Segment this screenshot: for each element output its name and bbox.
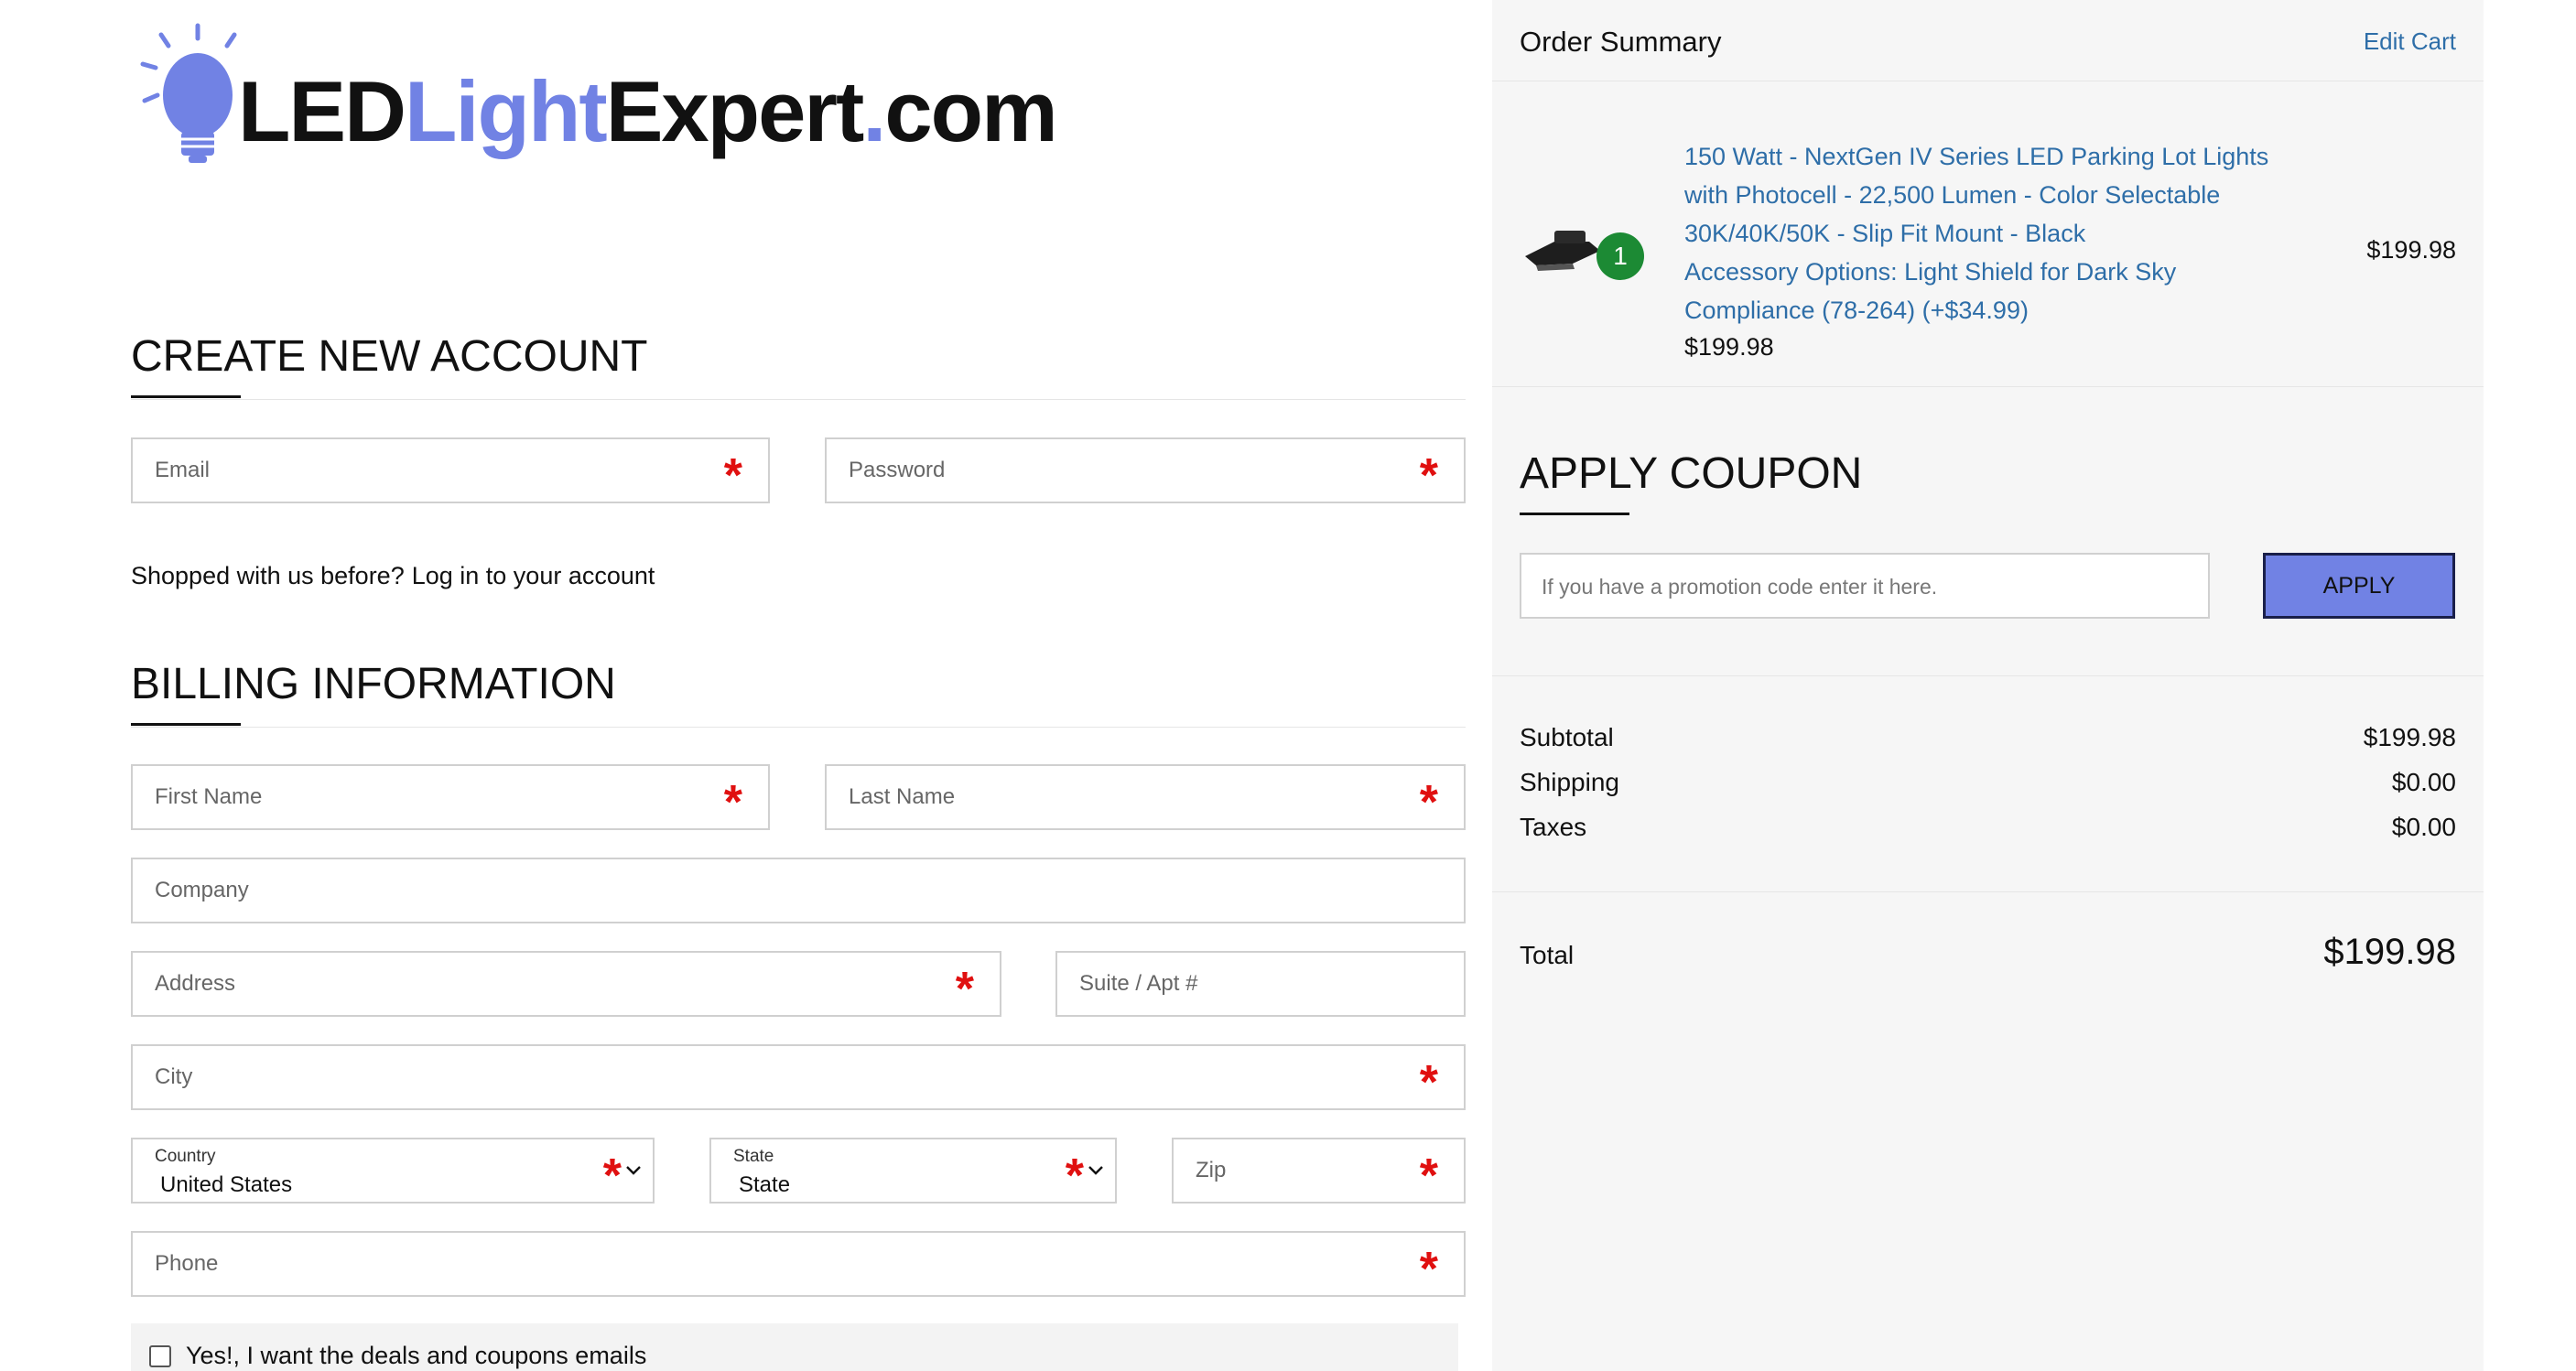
checkout-form-panel: LEDLightExpert.com CREATE NEW ACCOUNT Em…: [0, 0, 1492, 1371]
divider: [131, 399, 1466, 400]
logo-led: LED: [238, 63, 406, 159]
divider: [1492, 891, 2484, 892]
required-mark: *: [723, 776, 742, 829]
zip-field[interactable]: Zip *: [1172, 1138, 1466, 1204]
shopped-before-text: Shopped with us before?: [131, 562, 405, 589]
required-mark: *: [1419, 1056, 1438, 1109]
required-mark: *: [723, 449, 742, 502]
product-title-line: Accessory Options: Light Shield for Dark…: [1684, 258, 2177, 286]
product-unit-price: $199.98: [1684, 333, 1774, 361]
coupon-underline: [1520, 513, 1629, 515]
state-value: State: [739, 1172, 791, 1197]
shipping-row: Shipping $0.00: [1520, 768, 2456, 797]
total-value: $199.98: [2323, 932, 2456, 972]
state-select[interactable]: State State *: [709, 1138, 1117, 1204]
city-field[interactable]: City *: [131, 1044, 1466, 1110]
logo-expert: Expert: [605, 63, 865, 159]
lightbulb-icon: [140, 23, 237, 163]
optin-label: Yes!, I want the deals and coupons email…: [186, 1342, 647, 1369]
country-label: Country: [155, 1147, 216, 1166]
logo-wordmark: LEDLightExpert.com: [238, 62, 1058, 161]
product-title-line: 30K/40K/50K - Slip Fit Mount - Black: [1684, 220, 2086, 247]
quantity-badge: 1: [1596, 232, 1644, 280]
city-placeholder: City: [155, 1064, 193, 1089]
create-account-heading: CREATE NEW ACCOUNT: [131, 332, 648, 381]
first-name-placeholder: First Name: [155, 784, 263, 809]
password-placeholder: Password: [849, 458, 946, 482]
state-label: State: [733, 1147, 774, 1166]
edit-cart-link[interactable]: Edit Cart: [2364, 27, 2456, 56]
apply-coupon-button[interactable]: APPLY: [2263, 553, 2455, 619]
product-title-link[interactable]: 150 Watt - NextGen IV Series LED Parking…: [1684, 137, 2316, 329]
order-summary-title: Order Summary: [1520, 26, 1722, 58]
billing-underline: [131, 723, 241, 726]
country-select[interactable]: Country United States *: [131, 1138, 655, 1204]
first-name-field[interactable]: First Name *: [131, 764, 770, 830]
coupon-heading: APPLY COUPON: [1520, 449, 1863, 498]
company-placeholder: Company: [155, 878, 249, 902]
phone-field[interactable]: Phone *: [131, 1231, 1466, 1297]
required-mark: *: [602, 1150, 622, 1203]
required-mark: *: [1419, 776, 1438, 829]
logo-com: com: [884, 63, 1057, 159]
page-margin: [2484, 0, 2576, 1371]
order-summary-panel: Order Summary Edit Cart 1 150 Watt - Nex…: [1492, 0, 2484, 1371]
optin-checkbox[interactable]: [149, 1345, 171, 1367]
suite-field[interactable]: Suite / Apt #: [1055, 951, 1466, 1017]
required-mark: *: [1419, 1243, 1438, 1296]
subtotal-label: Subtotal: [1520, 723, 1614, 751]
divider: [131, 727, 1466, 728]
password-field[interactable]: Password *: [825, 437, 1466, 503]
chevron-down-icon: [626, 1166, 641, 1175]
product-title-line: with Photocell - 22,500 Lumen - Color Se…: [1684, 181, 2221, 209]
phone-placeholder: Phone: [155, 1251, 219, 1276]
shipping-label: Shipping: [1520, 768, 1619, 796]
shipping-value: $0.00: [2391, 768, 2456, 796]
logo-light: Light: [405, 63, 608, 159]
address-field[interactable]: Address *: [131, 951, 1001, 1017]
create-account-underline: [131, 395, 241, 398]
email-optin: Yes!, I want the deals and coupons email…: [131, 1323, 1458, 1371]
zip-placeholder: Zip: [1196, 1158, 1227, 1182]
divider: [1492, 675, 2484, 676]
company-field[interactable]: Company: [131, 858, 1466, 923]
divider: [1492, 386, 2484, 387]
coupon-placeholder: If you have a promotion code enter it he…: [1542, 575, 1938, 599]
taxes-value: $0.00: [2391, 813, 2456, 841]
login-prompt: Shopped with us before? Log in to your ac…: [131, 562, 655, 590]
address-placeholder: Address: [155, 971, 236, 996]
login-link[interactable]: Log in to your account: [412, 562, 655, 589]
site-logo[interactable]: LEDLightExpert.com: [135, 22, 1058, 168]
email-field[interactable]: Email *: [131, 437, 770, 503]
email-placeholder: Email: [155, 458, 211, 482]
product-title-line: Compliance (78-264) (+$34.99): [1684, 297, 2029, 324]
chevron-down-icon: [1088, 1166, 1103, 1175]
required-mark: *: [1065, 1150, 1084, 1203]
required-mark: *: [1419, 449, 1438, 502]
product-thumbnail[interactable]: [1518, 211, 1609, 284]
required-mark: *: [955, 963, 974, 1016]
country-value: United States: [160, 1172, 293, 1197]
last-name-field[interactable]: Last Name *: [825, 764, 1466, 830]
suite-placeholder: Suite / Apt #: [1079, 971, 1198, 996]
logo-dot: .: [862, 63, 886, 159]
subtotal-value: $199.98: [2363, 723, 2456, 751]
total-label: Total: [1520, 941, 1575, 969]
required-mark: *: [1419, 1150, 1438, 1203]
coupon-input[interactable]: If you have a promotion code enter it he…: [1520, 553, 2210, 619]
subtotal-row: Subtotal $199.98: [1520, 723, 2456, 752]
taxes-label: Taxes: [1520, 813, 1587, 841]
last-name-placeholder: Last Name: [849, 784, 956, 809]
billing-heading: BILLING INFORMATION: [131, 660, 616, 708]
product-title-line: 150 Watt - NextGen IV Series LED Parking…: [1684, 143, 2269, 170]
taxes-row: Taxes $0.00: [1520, 813, 2456, 842]
product-line-price: $199.98: [2366, 236, 2456, 264]
